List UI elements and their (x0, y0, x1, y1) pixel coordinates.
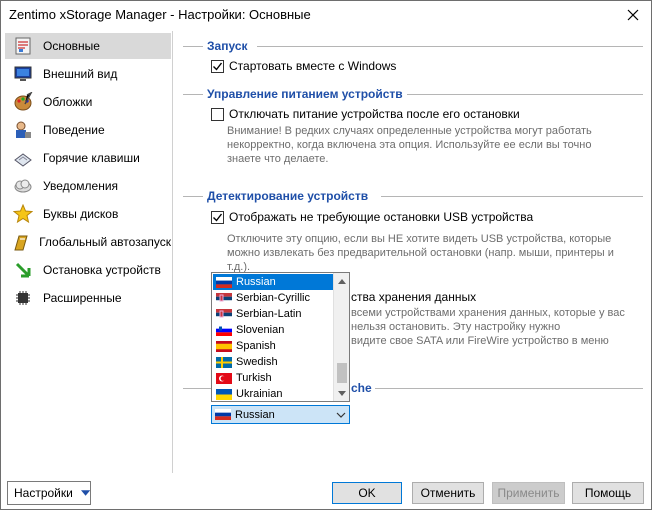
footer-bar: Настройки OK Отменить Применить Помощь (1, 475, 651, 509)
language-option-turkish[interactable]: Turkish (213, 370, 333, 386)
scroll-up-button[interactable] (334, 273, 350, 289)
flag-ru-icon (216, 276, 232, 288)
sidebar-item-drive-letters[interactable]: Буквы дисков (5, 201, 171, 227)
sidebar-item-label: Обложки (43, 95, 93, 109)
section-title-power: Управление питанием устройств (207, 87, 407, 101)
close-icon (627, 9, 639, 21)
cancel-button[interactable]: Отменить (412, 482, 484, 504)
ok-button[interactable]: OK (332, 482, 402, 504)
storage-option-label: ства хранения данных (351, 290, 477, 304)
language-option-spanish[interactable]: Spanish (213, 338, 333, 354)
flag-si-icon (216, 324, 232, 336)
sidebar-item-notifications[interactable]: Уведомления (5, 173, 171, 199)
section-divider (407, 94, 643, 95)
poweroff-label: Отключать питание устройства после его о… (229, 107, 520, 121)
sidebar-item-label: Поведение (43, 123, 105, 137)
checkbox-box (211, 107, 224, 121)
section-title-language: che (351, 381, 376, 395)
flag-tr-icon (216, 372, 232, 384)
monitor-icon (11, 63, 35, 85)
dropdown-scrollbar[interactable] (333, 273, 349, 401)
language-option-serbian-cyrillic[interactable]: Serbian-Cyrillic (213, 290, 333, 306)
sidebar-item-advanced[interactable]: Расширенные (5, 285, 171, 311)
sidebar-item-label: Горячие клавиши (43, 151, 140, 165)
keyboard-icon (11, 147, 35, 169)
language-option-ukrainian[interactable]: Ukrainian (213, 386, 333, 402)
palette-icon (11, 91, 35, 113)
green-arrow-icon (11, 259, 35, 281)
sidebar-item-general[interactable]: Основные (5, 33, 171, 59)
autostart-label: Стартовать вместе с Windows (229, 59, 397, 73)
settings-menu-button[interactable]: Настройки (7, 481, 91, 505)
section-title-detection: Детектирование устройств (207, 189, 373, 203)
sidebar: Основные Внешний вид Обложки Поведение Г… (3, 31, 173, 473)
general-settings-icon (11, 35, 35, 57)
sidebar-item-label: Остановка устройств (43, 263, 161, 277)
flag-rs-icon (216, 292, 232, 304)
language-option-slovenian[interactable]: Slovenian (213, 322, 333, 338)
chevron-down-icon (338, 390, 346, 396)
sidebar-item-hotkeys[interactable]: Горячие клавиши (5, 145, 171, 171)
chevron-down-icon (333, 412, 349, 418)
user-behavior-icon (11, 119, 35, 141)
star-drive-icon (11, 203, 35, 225)
sidebar-item-skins[interactable]: Обложки (5, 89, 171, 115)
poweroff-checkbox[interactable]: Отключать питание устройства после его о… (211, 107, 520, 121)
power-note: Внимание! В редких случаях определенные … (227, 125, 592, 165)
flag-es-icon (216, 340, 232, 352)
flag-ru-icon (215, 409, 231, 420)
title-bar: Zentimo xStorage Manager - Настройки: Ос… (1, 1, 651, 29)
help-button[interactable]: Помощь (572, 482, 644, 504)
scroll-down-button[interactable] (334, 385, 350, 401)
sidebar-item-stop-devices[interactable]: Остановка устройств (5, 257, 171, 283)
autorun-icon (11, 231, 31, 253)
section-divider (183, 388, 211, 389)
sidebar-item-appearance[interactable]: Внешний вид (5, 61, 171, 87)
cloud-icon (11, 175, 35, 197)
section-divider (183, 46, 203, 47)
sidebar-item-behavior[interactable]: Поведение (5, 117, 171, 143)
storage-note: всеми устройствами хранения данных, кото… (351, 307, 625, 347)
settings-window: Zentimo xStorage Manager - Настройки: Ос… (0, 0, 652, 510)
section-divider (375, 388, 643, 389)
usb-note: Отключите эту опцию, если вы НЕ хотите в… (227, 233, 614, 273)
flag-rs-icon (216, 308, 232, 320)
sidebar-item-label: Расширенные (43, 291, 122, 305)
autostart-checkbox[interactable]: Стартовать вместе с Windows (211, 59, 396, 73)
sidebar-item-label: Уведомления (43, 179, 119, 193)
flag-ua-icon (216, 388, 232, 400)
check-icon (213, 62, 223, 71)
window-title: Zentimo xStorage Manager - Настройки: Ос… (9, 7, 311, 22)
sidebar-item-label: Буквы дисков (43, 207, 119, 221)
sidebar-item-label: Глобальный автозапуск (39, 235, 171, 249)
flag-se-icon (216, 356, 232, 368)
section-title-startup: Запуск (207, 39, 252, 53)
sidebar-item-global-autorun[interactable]: Глобальный автозапуск (5, 229, 171, 255)
language-dropdown-list[interactable]: Russian Serbian-Cyrillic Serbian-Latin S… (211, 272, 350, 402)
language-option-russian[interactable]: Russian (213, 274, 333, 290)
checkbox-box (211, 210, 224, 224)
section-divider (183, 196, 203, 197)
language-option-serbian-latin[interactable]: Serbian-Latin (213, 306, 333, 322)
show-usb-checkbox[interactable]: Отображать не требующие остановки USB ус… (211, 210, 533, 224)
language-select[interactable]: Russian (211, 405, 350, 424)
chip-icon (11, 287, 35, 309)
checkbox-box (211, 59, 224, 73)
sidebar-item-label: Основные (43, 39, 100, 53)
show-usb-label: Отображать не требующие остановки USB ус… (229, 210, 534, 224)
language-option-swedish[interactable]: Swedish (213, 354, 333, 370)
sidebar-item-label: Внешний вид (43, 67, 118, 81)
language-select-value: Russian (235, 408, 275, 421)
caret-down-icon (80, 490, 90, 496)
settings-menu-label: Настройки (14, 486, 73, 500)
scroll-thumb[interactable] (337, 363, 347, 383)
apply-button[interactable]: Применить (492, 482, 565, 504)
section-divider (183, 94, 203, 95)
close-button[interactable] (615, 1, 651, 29)
section-divider (257, 46, 643, 47)
check-icon (213, 213, 223, 222)
section-divider (381, 196, 643, 197)
chevron-up-icon (338, 278, 346, 284)
